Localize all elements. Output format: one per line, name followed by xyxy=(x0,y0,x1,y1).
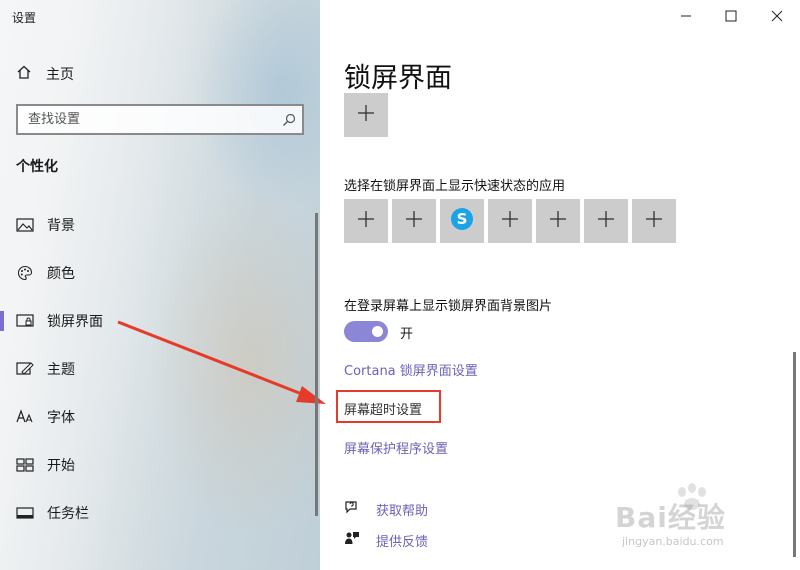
plus-icon xyxy=(502,211,518,231)
feedback-link[interactable]: 提供反馈 xyxy=(344,530,428,550)
quick-status-slot-2[interactable] xyxy=(392,199,436,243)
home-icon xyxy=(16,64,32,84)
sidebar: 设置 主页 个性化 背景 颜色 锁屏界面 主题 xyxy=(0,0,320,570)
quick-status-slot-5[interactable] xyxy=(536,199,580,243)
feedback-label: 提供反馈 xyxy=(376,534,429,550)
sidebar-item-label: 颜色 xyxy=(47,266,75,282)
plus-icon xyxy=(646,211,662,231)
sidebar-item-background[interactable]: 背景 xyxy=(0,207,318,243)
quick-status-slot-7[interactable] xyxy=(632,199,676,243)
sidebar-item-label: 开始 xyxy=(47,458,75,474)
start-icon xyxy=(15,455,35,475)
plus-icon xyxy=(406,211,422,231)
quick-status-slot-1[interactable] xyxy=(344,199,388,243)
close-icon[interactable] xyxy=(767,6,787,26)
quick-status-slot-skype[interactable]: S xyxy=(440,199,484,243)
quick-status-label: 选择在锁屏界面上显示快速状态的应用 xyxy=(344,179,566,194)
quick-status-slot-6[interactable] xyxy=(584,199,628,243)
quick-status-slot-4[interactable] xyxy=(488,199,532,243)
search-box[interactable] xyxy=(16,104,304,135)
sidebar-item-taskbar[interactable]: 任务栏 xyxy=(0,495,318,531)
lock-screen-app-add-button[interactable] xyxy=(344,93,388,137)
section-title: 个性化 xyxy=(16,159,58,175)
home-nav-item[interactable]: 主页 xyxy=(16,62,74,86)
background-on-signin-toggle[interactable] xyxy=(344,321,388,342)
maximize-icon[interactable] xyxy=(721,6,741,26)
sidebar-item-start[interactable]: 开始 xyxy=(0,447,318,483)
search-icon[interactable] xyxy=(276,113,302,127)
font-icon xyxy=(15,407,35,427)
background-on-signin-label: 在登录屏幕上显示锁屏界面背景图片 xyxy=(344,299,553,314)
sidebar-item-label: 主题 xyxy=(47,362,75,378)
sidebar-item-label: 字体 xyxy=(47,410,75,426)
palette-icon xyxy=(15,263,35,283)
sidebar-item-label: 背景 xyxy=(47,218,75,234)
sidebar-item-colors[interactable]: 颜色 xyxy=(0,255,318,291)
toggle-knob xyxy=(372,326,383,337)
sidebar-item-fonts[interactable]: 字体 xyxy=(0,399,318,435)
app-title: 设置 xyxy=(12,11,37,25)
watermark-brand: Bai经验 xyxy=(615,501,726,534)
plus-icon xyxy=(598,211,614,231)
active-indicator xyxy=(0,311,4,331)
page-title: 锁屏界面 xyxy=(344,63,452,94)
screensaver-settings-link[interactable]: 屏幕保护程序设置 xyxy=(344,438,448,457)
svg-text:S: S xyxy=(457,210,468,228)
lock-screen-icon xyxy=(15,311,35,331)
sidebar-scrollbar[interactable] xyxy=(315,213,318,516)
feedback-icon xyxy=(344,530,360,550)
highlight-box xyxy=(336,390,441,423)
taskbar-icon xyxy=(15,503,35,523)
plus-icon xyxy=(358,105,374,125)
toggle-state-label: 开 xyxy=(400,327,414,342)
watermark-url: jingyan.baidu.com xyxy=(622,535,724,548)
sidebar-item-themes[interactable]: 主题 xyxy=(0,351,318,387)
cortana-lock-screen-link[interactable]: Cortana 锁屏界面设置 xyxy=(344,360,478,379)
home-label: 主页 xyxy=(46,67,74,83)
plus-icon xyxy=(550,211,566,231)
minimize-icon[interactable] xyxy=(676,6,696,26)
get-help-link[interactable]: 获取帮助 xyxy=(344,499,428,519)
theme-icon xyxy=(15,359,35,379)
sidebar-item-label: 任务栏 xyxy=(47,506,89,522)
plus-icon xyxy=(358,211,374,231)
search-input[interactable] xyxy=(18,112,276,127)
help-chat-icon xyxy=(344,499,360,519)
skype-icon: S xyxy=(450,207,474,235)
get-help-label: 获取帮助 xyxy=(376,503,429,519)
sidebar-item-lock-screen[interactable]: 锁屏界面 xyxy=(0,303,318,339)
picture-icon xyxy=(15,215,35,235)
sidebar-item-label: 锁屏界面 xyxy=(47,314,103,330)
